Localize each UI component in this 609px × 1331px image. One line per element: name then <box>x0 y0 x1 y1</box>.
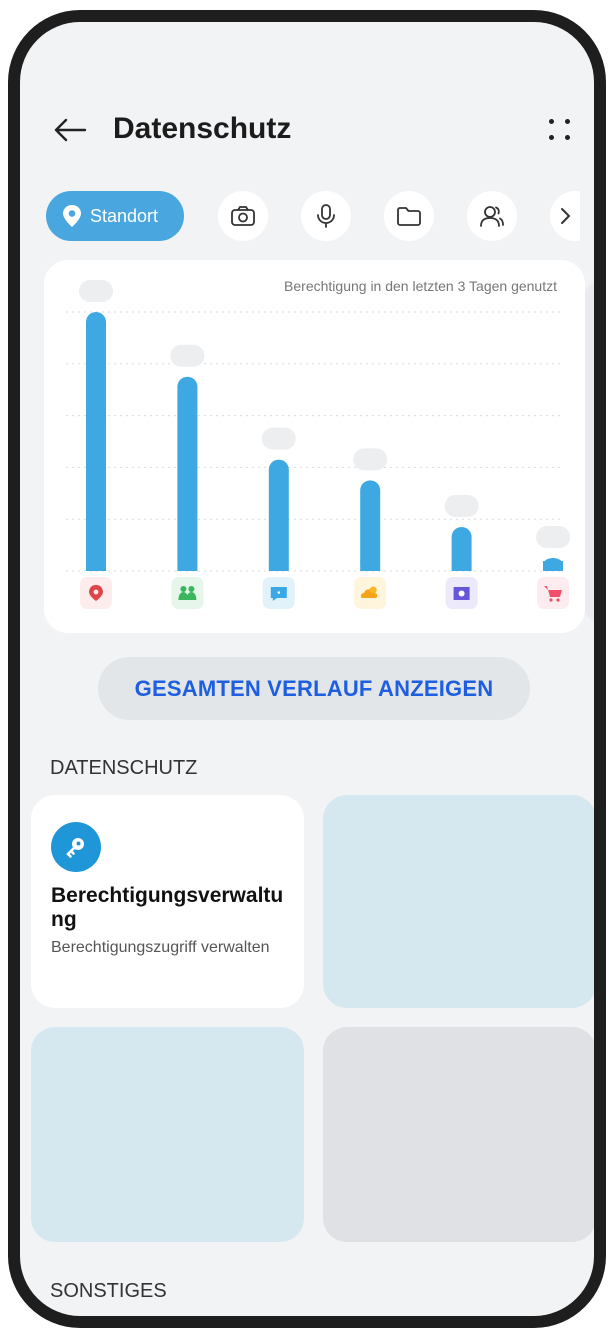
chart-bar-base <box>268 561 289 571</box>
chart-value-label <box>353 448 388 471</box>
chip-location-label: Standort <box>90 205 159 226</box>
chart-bar-group[interactable] <box>536 526 570 609</box>
weather-app-icon-detail <box>369 586 377 594</box>
chart-bar-group[interactable] <box>261 427 296 609</box>
cart-wheel <box>549 598 553 602</box>
back-button[interactable] <box>50 110 90 150</box>
placeholder-tile[interactable] <box>323 1027 594 1242</box>
phone-frame: Datenschutz Standort Berechtigung in den… <box>8 10 606 1328</box>
permission-manager-subtitle: Berechtigungszugriff verwalten <box>51 939 270 956</box>
chart-bar-group[interactable] <box>444 494 479 609</box>
microphone-icon <box>317 204 335 228</box>
chevron-right-icon <box>561 208 570 224</box>
usage-chart-card: Berechtigung in den letzten 3 Tagen genu… <box>44 260 585 633</box>
chart-bar <box>177 376 198 571</box>
folder-icon <box>397 207 421 226</box>
section-title-privacy: DATENSCHUTZ <box>50 757 198 779</box>
chart-bar <box>268 459 289 571</box>
chart-bar-group[interactable] <box>79 280 113 609</box>
video-app-icon-detail <box>458 590 465 597</box>
section-title-other: SONSTIGES <box>50 1280 167 1302</box>
chip-camera[interactable] <box>218 191 268 241</box>
chart-value-label <box>536 526 570 549</box>
page-title: Datenschutz <box>113 112 292 145</box>
map-pin-app-icon-detail <box>93 589 99 595</box>
location-pin-icon <box>63 205 81 227</box>
chart-bar-base <box>360 561 381 571</box>
next-chart-card-peek <box>584 282 594 622</box>
permission-manager-tile[interactable]: Berechtigungsverwaltung Berechtigungszug… <box>31 795 304 1008</box>
permission-manager-title: Berechtigungsverwaltung <box>51 884 284 931</box>
chart-bar-base <box>177 561 198 571</box>
chart-bar-base <box>86 561 106 571</box>
chart-value-label <box>444 494 479 517</box>
camera-icon <box>231 206 255 226</box>
chart-bar-base <box>543 561 563 571</box>
chip-files[interactable] <box>384 191 434 241</box>
chip-microphone[interactable] <box>301 191 351 241</box>
chart-bar <box>86 312 106 571</box>
cart-wheel <box>556 598 560 602</box>
chip-contacts[interactable] <box>467 191 517 241</box>
contacts-icon <box>480 206 504 227</box>
view-full-history-button[interactable]: GESAMTEN VERLAUF ANZEIGEN <box>98 657 530 720</box>
placeholder-tile[interactable] <box>31 1027 304 1242</box>
chart-value-label <box>261 427 296 450</box>
people-app-icon <box>171 577 204 609</box>
chart-value-label <box>79 280 113 302</box>
chip-scroll-next[interactable] <box>550 191 580 241</box>
chart-bar-group[interactable] <box>353 448 388 609</box>
chip-location[interactable]: Standort <box>46 191 184 241</box>
chart-bar-group[interactable] <box>170 344 205 609</box>
chart-subtitle: Berechtigung in den letzten 3 Tagen genu… <box>284 278 557 294</box>
more-options-button[interactable] <box>540 110 580 150</box>
screen: Datenschutz Standort Berechtigung in den… <box>20 22 594 1316</box>
chat-app-icon-detail <box>277 591 281 594</box>
key-icon <box>51 822 101 872</box>
usage-bar-chart <box>66 280 570 609</box>
chart-value-label <box>170 344 205 367</box>
arrow-left-icon <box>54 118 87 142</box>
chart-bar <box>360 480 381 571</box>
placeholder-tile[interactable] <box>323 795 594 1008</box>
chart-bar-base <box>451 561 472 571</box>
